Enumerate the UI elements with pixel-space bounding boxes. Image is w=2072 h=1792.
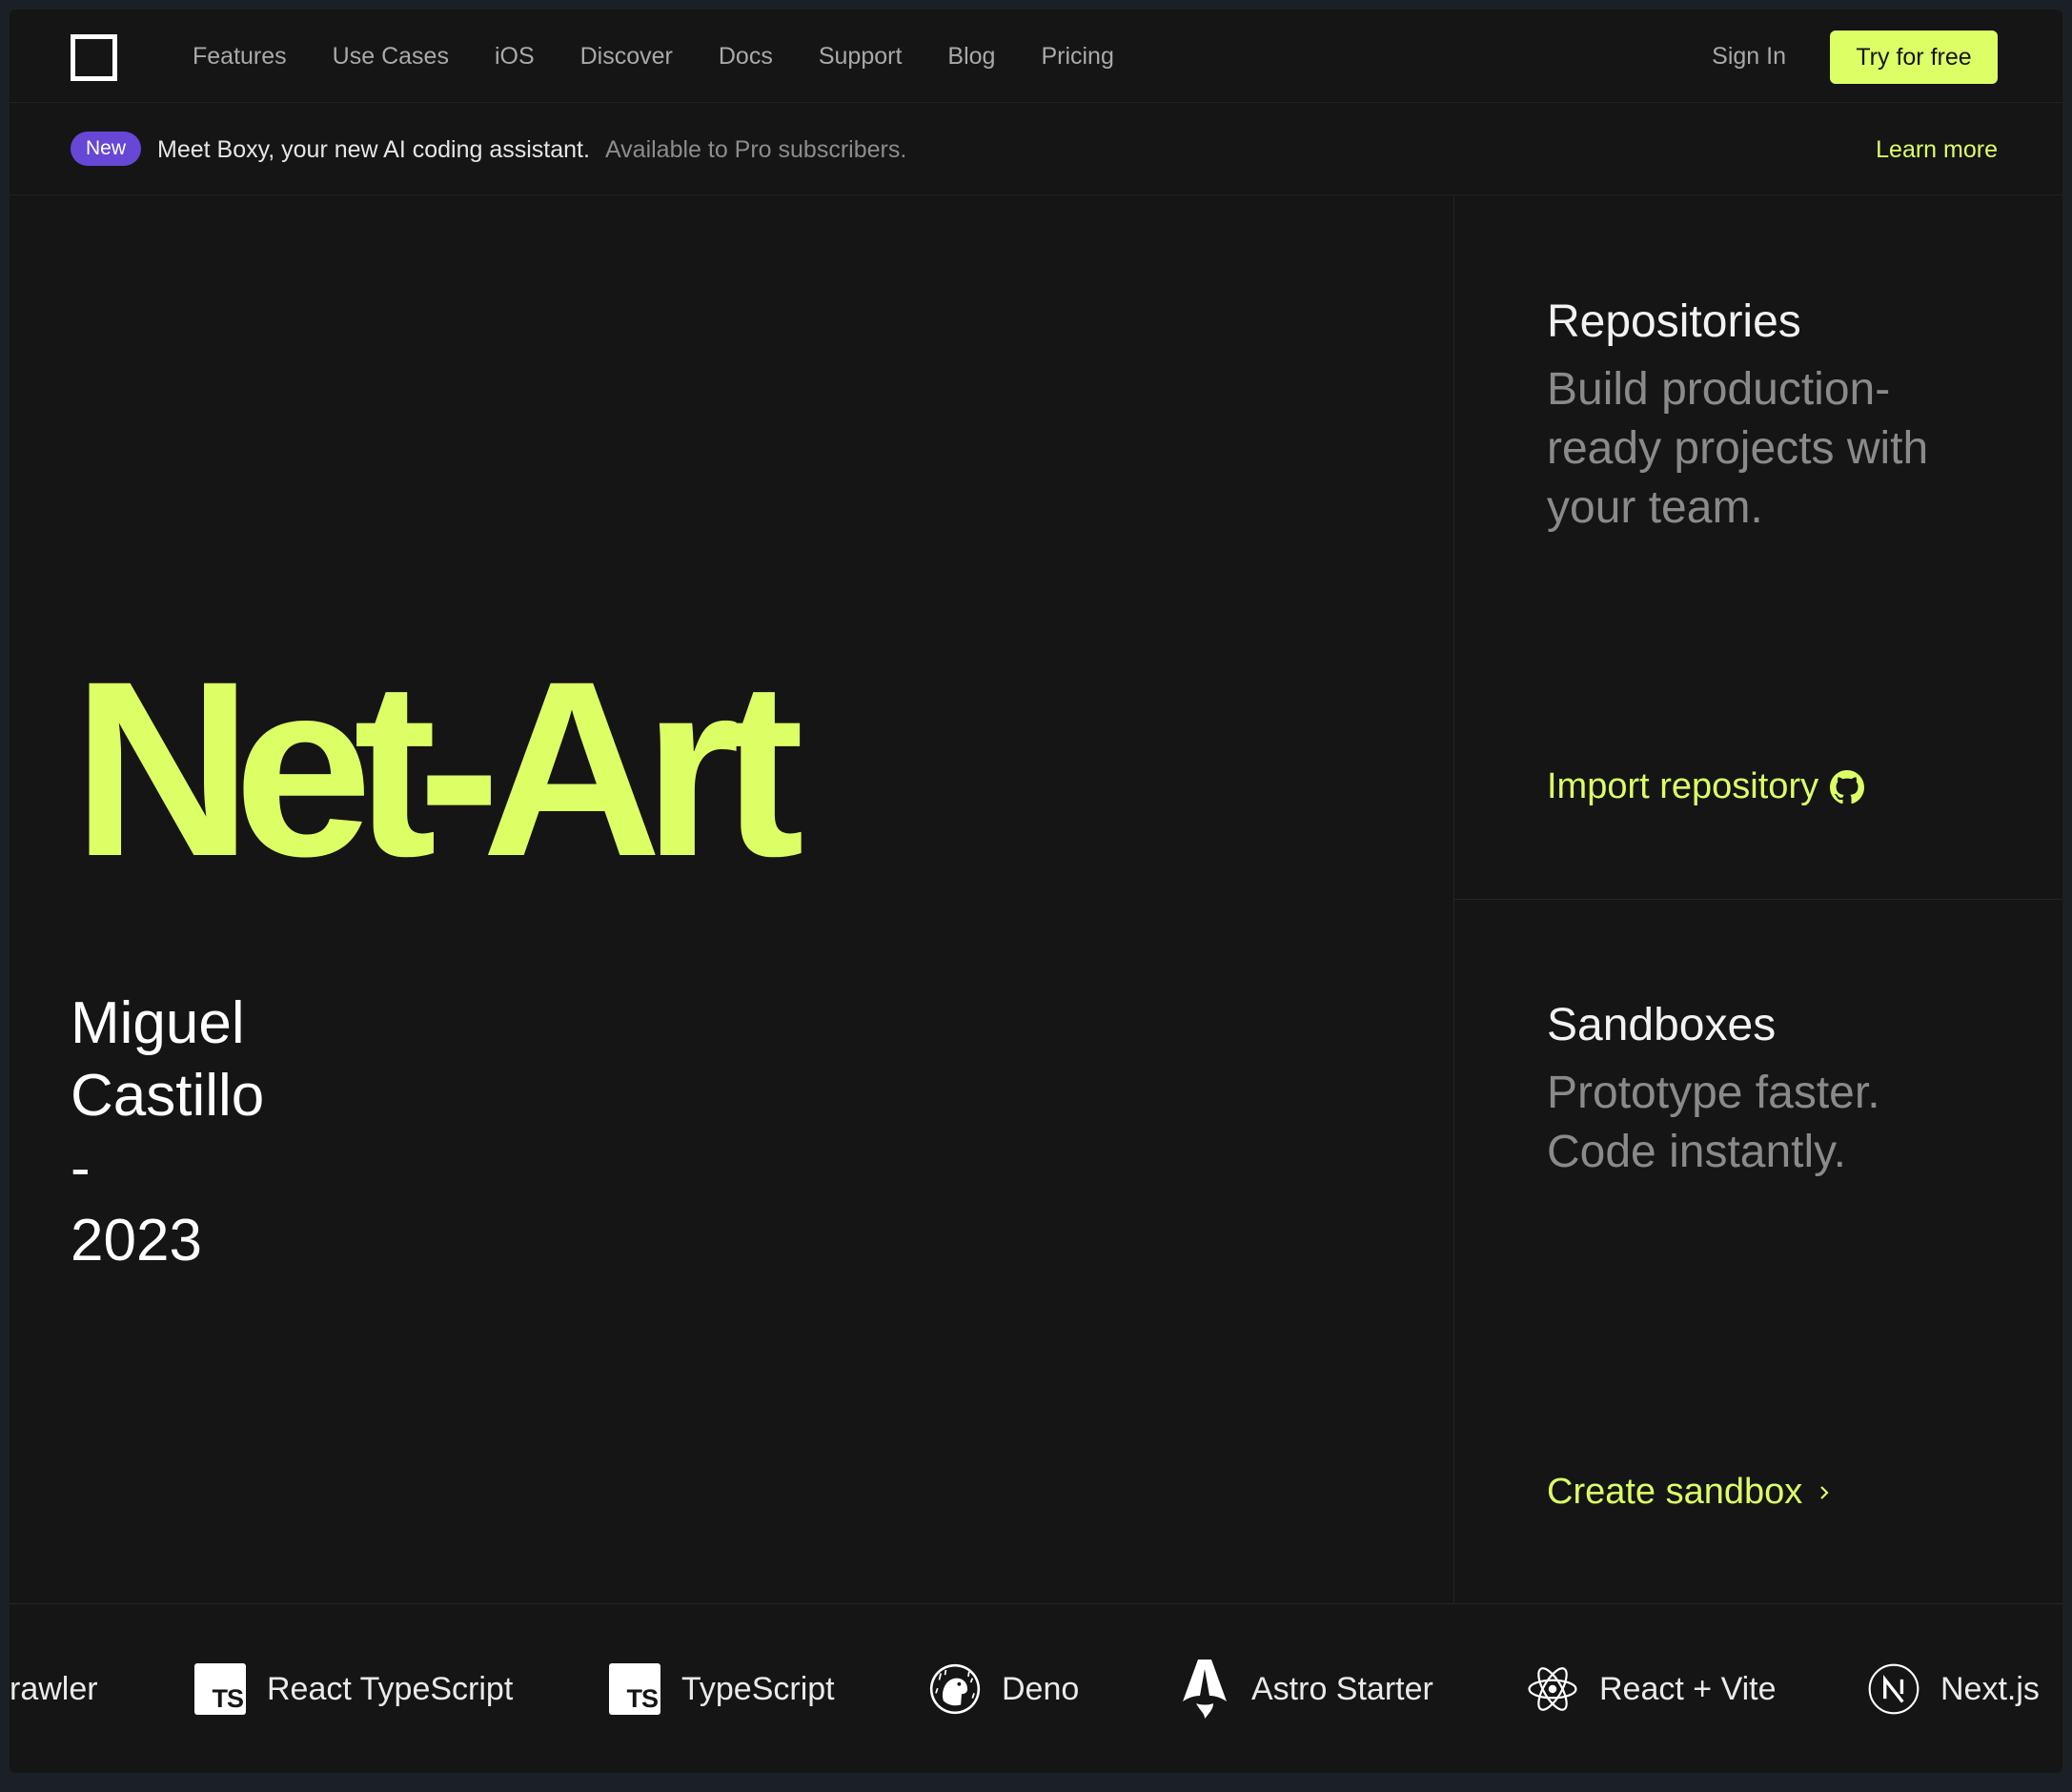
template-item[interactable]: rawler (10, 1604, 98, 1773)
template-label: rawler (10, 1670, 98, 1707)
nav-link-features[interactable]: Features (193, 43, 287, 71)
template-label: TypeScript (681, 1670, 835, 1707)
nav-link-pricing[interactable]: Pricing (1041, 43, 1113, 71)
nav-link-discover[interactable]: Discover (580, 43, 673, 71)
github-icon (1830, 769, 1865, 804)
template-item[interactable]: Next.js (1868, 1604, 2040, 1773)
byline-line: Miguel (71, 990, 245, 1056)
nextjs-icon (1868, 1663, 1920, 1715)
announcement-text: Meet Boxy, your new AI coding assistant.… (157, 104, 906, 195)
browser-window: Features Use Cases iOS Discover Docs Sup… (10, 10, 2062, 1773)
typescript-icon: TS (194, 1663, 246, 1715)
announcement-subtext: Available to Pro subscribers. (604, 135, 907, 163)
template-label: Next.js (1940, 1670, 2040, 1707)
nav-links: Features Use Cases iOS Discover Docs Sup… (193, 10, 1160, 103)
byline-line: - (71, 1135, 91, 1201)
sandboxes-title: Sandboxes (1547, 1000, 1777, 1050)
react-icon (1527, 1663, 1578, 1715)
sandboxes-description: Prototype faster. Code instantly. (1547, 1068, 1880, 1177)
template-item[interactable]: Deno (929, 1604, 1079, 1773)
template-label: React + Vite (1599, 1670, 1777, 1707)
nav-link-use-cases[interactable]: Use Cases (333, 43, 449, 71)
sign-in-link[interactable]: Sign In (1712, 10, 1786, 103)
repositories-panel: Repositories Build production-ready proj… (1454, 196, 2062, 900)
template-item[interactable]: Astro Starter (1179, 1604, 1433, 1773)
hero-byline: Miguel Castillo - 2023 (71, 988, 264, 1277)
template-item[interactable]: TS React TypeScript (194, 1604, 513, 1773)
nav-link-ios[interactable]: iOS (495, 43, 535, 71)
byline-line: 2023 (71, 1208, 202, 1273)
nav-link-docs[interactable]: Docs (719, 43, 773, 71)
deno-icon (929, 1663, 981, 1715)
try-for-free-button[interactable]: Try for free (1830, 31, 1998, 84)
new-badge: New (71, 132, 142, 166)
announcement-message: Meet Boxy, your new AI coding assistant. (157, 135, 590, 163)
template-label: Deno (1002, 1670, 1080, 1707)
logo-icon[interactable] (71, 34, 117, 81)
nav-link-blog[interactable]: Blog (947, 43, 995, 71)
create-sandbox-link[interactable]: Create sandbox (1547, 1472, 1835, 1513)
sandboxes-panel: Sandboxes Prototype faster. Code instant… (1454, 900, 2062, 1602)
typescript-icon: TS (609, 1663, 660, 1715)
nav-link-support[interactable]: Support (819, 43, 903, 71)
byline-line: Castillo (71, 1063, 265, 1129)
hero-title: Net-Art (72, 629, 804, 908)
astro-icon (1179, 1660, 1230, 1719)
template-label: React TypeScript (267, 1670, 514, 1707)
top-navigation: Features Use Cases iOS Discover Docs Sup… (10, 10, 2062, 103)
repositories-title: Repositories (1547, 296, 1801, 347)
chevron-right-icon (1814, 1482, 1835, 1503)
feature-panels: Repositories Build production-ready proj… (1453, 196, 2062, 1602)
learn-more-link[interactable]: Learn more (1876, 104, 1998, 195)
repositories-description: Build production-ready projects with you… (1547, 364, 1929, 533)
create-sandbox-label: Create sandbox (1547, 1472, 1803, 1512)
import-repository-link[interactable]: Import repository (1547, 766, 1865, 807)
hero-section: Net-Art Miguel Castillo - 2023 (10, 196, 1453, 1602)
templates-ticker: rawler TS React TypeScript TS TypeScript (10, 1603, 2062, 1773)
import-repository-label: Import repository (1547, 766, 1819, 806)
template-item[interactable]: TS TypeScript (609, 1604, 835, 1773)
template-label: Astro Starter (1251, 1670, 1433, 1707)
template-item[interactable]: React + Vite (1527, 1604, 1777, 1773)
announcement-bar: New Meet Boxy, your new AI coding assist… (10, 104, 2062, 195)
